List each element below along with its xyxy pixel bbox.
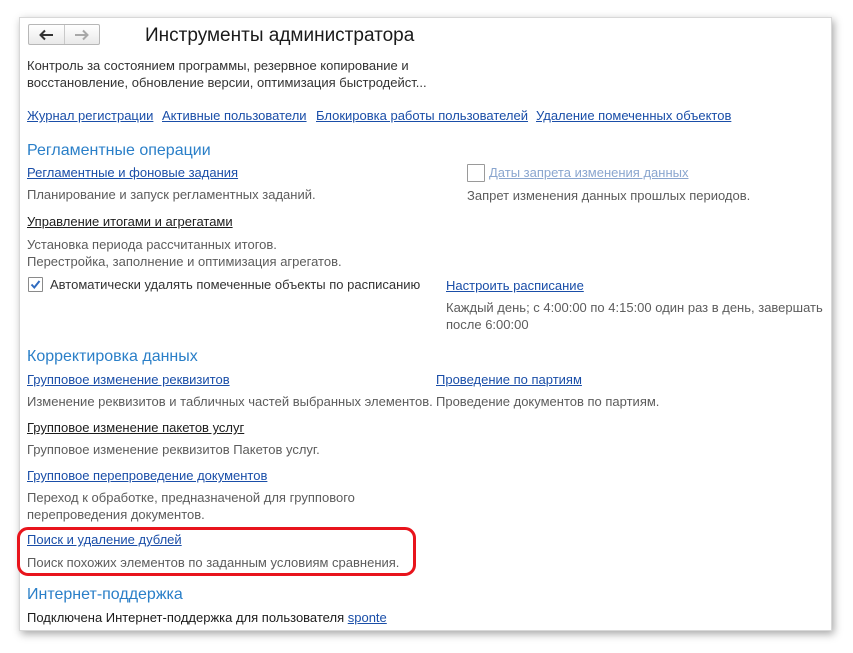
link-group-change-attributes[interactable]: Групповое изменение реквизитов <box>27 372 230 387</box>
group-reposting-note: Переход к обработке, предназначеной для … <box>27 490 355 522</box>
link-delete-marked[interactable]: Удаление помеченных объектов <box>536 108 731 123</box>
batch-posting-note: Проведение документов по партиям. <box>436 394 660 409</box>
totals-note-line2: Перестройка, заполнение и оптимизация аг… <box>27 254 342 269</box>
link-active-users[interactable]: Активные пользователи <box>162 108 307 123</box>
link-batch-posting[interactable]: Проведение по партиям <box>436 372 582 387</box>
highlight-annotation <box>17 527 416 576</box>
schedule-note: Каждый день; с 4:00:00 по 4:15:00 один р… <box>446 300 823 332</box>
internet-support-status: Подключена Интернет-поддержка для пользо… <box>27 610 387 625</box>
service-packages-note: Групповое изменение реквизитов Пакетов у… <box>27 442 320 457</box>
link-scheduled-jobs[interactable]: Регламентные и фоновые задания <box>27 165 238 180</box>
section-scheduled-heading: Регламентные операции <box>27 142 211 159</box>
back-button[interactable] <box>29 25 64 44</box>
prohibit-dates-note: Запрет изменения данных прошлых периодов… <box>467 188 751 203</box>
arrow-right-icon <box>74 29 89 40</box>
forward-button[interactable] <box>63 25 100 44</box>
link-group-reposting[interactable]: Групповое перепроведение документов <box>27 468 267 483</box>
scheduled-jobs-note: Планирование и запуск регламентных задан… <box>27 187 316 202</box>
checkmark-icon <box>30 280 41 290</box>
link-service-packages[interactable]: Групповое изменение пакетов услуг <box>27 420 244 435</box>
section-internet-support-heading: Интернет-поддержка <box>27 586 183 603</box>
link-event-log[interactable]: Журнал регистрации <box>27 108 153 123</box>
arrow-left-icon <box>39 29 54 40</box>
link-support-user[interactable]: sponte <box>348 610 387 625</box>
auto-delete-label[interactable]: Автоматически удалять помеченные объекты… <box>50 277 420 292</box>
link-block-users[interactable]: Блокировка работы пользователей <box>316 108 528 123</box>
link-prohibit-dates[interactable]: Даты запрета изменения данных <box>489 165 688 180</box>
page-description: Контроль за состоянием программы, резерв… <box>27 58 427 90</box>
internet-support-status-text: Подключена Интернет-поддержка для пользо… <box>27 610 345 625</box>
group-change-note: Изменение реквизитов и табличных частей … <box>27 394 433 409</box>
page-title: Инструменты администратора <box>145 25 415 46</box>
link-totals-aggregates[interactable]: Управление итогами и агрегатами <box>27 214 233 229</box>
section-data-correction-heading: Корректировка данных <box>27 348 198 365</box>
prohibit-dates-checkbox[interactable] <box>467 164 485 182</box>
auto-delete-checkbox[interactable] <box>28 277 43 292</box>
totals-note-line1: Установка периода рассчитанных итогов. <box>27 237 277 252</box>
navigation-buttons <box>28 24 100 45</box>
link-configure-schedule[interactable]: Настроить расписание <box>446 278 584 293</box>
